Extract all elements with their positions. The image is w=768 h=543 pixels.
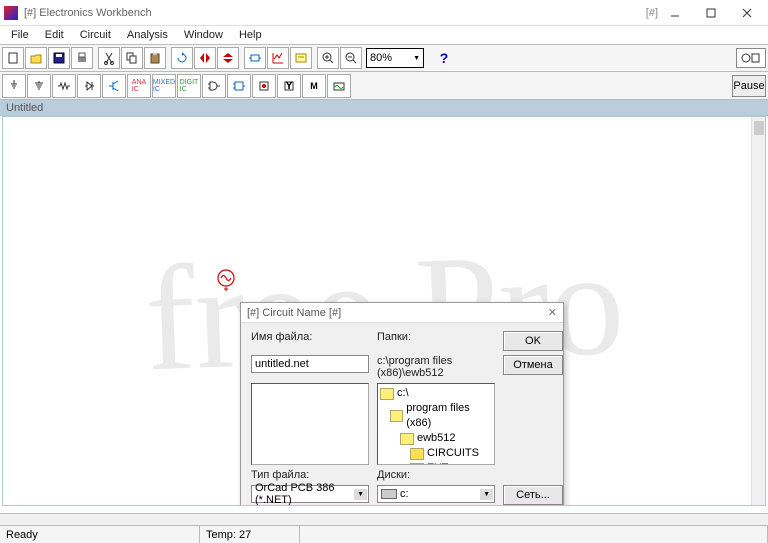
- folder-item[interactable]: CIRCUITS: [380, 446, 492, 461]
- folder-item[interactable]: ewb512: [380, 431, 492, 446]
- save-icon[interactable]: [48, 47, 70, 69]
- dialog-titlebar[interactable]: [#] Circuit Name [#] ✕: [241, 303, 563, 323]
- menu-edit[interactable]: Edit: [38, 28, 71, 42]
- logic-gate-icon[interactable]: [202, 74, 226, 98]
- dialog-close-icon[interactable]: ✕: [548, 306, 557, 319]
- folder-item[interactable]: program files (x86): [380, 401, 492, 431]
- circuit-canvas[interactable]: free Pro [#] Circuit Name [#] ✕ Имя файл…: [2, 116, 766, 506]
- copy-icon[interactable]: [121, 47, 143, 69]
- flip-v-icon[interactable]: [217, 47, 239, 69]
- zoom-in-icon[interactable]: [317, 47, 339, 69]
- menu-help[interactable]: Help: [232, 28, 269, 42]
- misc-icon[interactable]: M: [302, 74, 326, 98]
- folders-label: Папки:: [377, 331, 495, 351]
- folder-item[interactable]: c:\: [380, 386, 492, 401]
- basic-icon[interactable]: [27, 74, 51, 98]
- filename-label: Имя файла:: [251, 331, 369, 351]
- cut-icon[interactable]: [98, 47, 120, 69]
- cancel-button[interactable]: Отмена: [503, 355, 563, 375]
- window-title: [#] Electronics Workbench: [24, 7, 566, 19]
- diode-icon[interactable]: [77, 74, 101, 98]
- sources-icon[interactable]: [2, 74, 26, 98]
- status-temp: Temp: 27: [200, 526, 300, 543]
- subcircuit-icon[interactable]: [244, 47, 266, 69]
- graph-icon[interactable]: [267, 47, 289, 69]
- flip-h-icon[interactable]: [194, 47, 216, 69]
- component-toolbar: ANAIC MIXEDIC DIGITIC Y M Pause: [0, 72, 768, 100]
- zoom-out-icon[interactable]: [340, 47, 362, 69]
- menu-file[interactable]: File: [4, 28, 36, 42]
- horizontal-scrollbar-area[interactable]: [0, 513, 768, 525]
- indicator-icon[interactable]: [252, 74, 276, 98]
- resistor-icon[interactable]: [52, 74, 76, 98]
- document-tab[interactable]: Untitled: [0, 100, 768, 116]
- open-icon[interactable]: [25, 47, 47, 69]
- minimize-button[interactable]: [658, 2, 692, 24]
- activate-switch-icon[interactable]: [736, 48, 766, 68]
- mixed-ic-icon[interactable]: MIXEDIC: [152, 74, 176, 98]
- network-button[interactable]: Сеть...: [503, 485, 563, 505]
- dialog-title: [#] Circuit Name [#]: [247, 307, 341, 319]
- export-dialog: [#] Circuit Name [#] ✕ Имя файла: Папки:…: [240, 302, 564, 506]
- status-bar: Ready Temp: 27: [0, 525, 768, 543]
- help-icon[interactable]: ?: [433, 47, 455, 69]
- close-button[interactable]: [730, 2, 764, 24]
- zoom-select[interactable]: 80%: [366, 48, 424, 68]
- print-icon[interactable]: [71, 47, 93, 69]
- paste-icon[interactable]: [144, 47, 166, 69]
- properties-icon[interactable]: [290, 47, 312, 69]
- app-icon: [4, 6, 18, 20]
- menu-bar: File Edit Circuit Analysis Window Help: [0, 26, 768, 44]
- drives-label: Диски:: [377, 469, 495, 481]
- vertical-scrollbar[interactable]: [751, 117, 765, 505]
- folder-tree[interactable]: c:\ program files (x86) ewb512 CIRCUITS …: [377, 383, 495, 465]
- zoom-value: 80%: [370, 52, 392, 64]
- digital-icon[interactable]: [227, 74, 251, 98]
- title-bar: [#] Electronics Workbench [#]: [0, 0, 768, 26]
- ok-button[interactable]: OK: [503, 331, 563, 351]
- filetype-select[interactable]: OrCad PCB 386 (*.NET): [251, 485, 369, 503]
- svg-text:Y: Y: [285, 80, 293, 92]
- status-ready: Ready: [0, 526, 200, 543]
- new-icon[interactable]: [2, 47, 24, 69]
- filename-input[interactable]: untitled.net: [251, 355, 369, 373]
- main-toolbar: 80% ?: [0, 44, 768, 72]
- rotate-icon[interactable]: [171, 47, 193, 69]
- menu-analysis[interactable]: Analysis: [120, 28, 175, 42]
- menu-window[interactable]: Window: [177, 28, 230, 42]
- pause-button[interactable]: Pause: [732, 75, 766, 97]
- ac-source-component[interactable]: [216, 265, 236, 293]
- digital-ic-icon[interactable]: DIGITIC: [177, 74, 201, 98]
- status-empty: [300, 526, 768, 543]
- folder-item[interactable]: EXT: [380, 461, 492, 465]
- file-list[interactable]: [251, 383, 369, 465]
- doc-indicator: [#]: [646, 7, 658, 19]
- transistor-icon[interactable]: [102, 74, 126, 98]
- filetype-label: Тип файла:: [251, 469, 369, 481]
- current-path: c:\program files (x86)\ewb512: [377, 355, 495, 379]
- maximize-button[interactable]: [694, 2, 728, 24]
- instruments-icon[interactable]: [327, 74, 351, 98]
- drive-icon: [381, 489, 397, 499]
- drive-select[interactable]: c:: [377, 485, 495, 503]
- control-icon[interactable]: Y: [277, 74, 301, 98]
- analog-ic-icon[interactable]: ANAIC: [127, 74, 151, 98]
- menu-circuit[interactable]: Circuit: [73, 28, 118, 42]
